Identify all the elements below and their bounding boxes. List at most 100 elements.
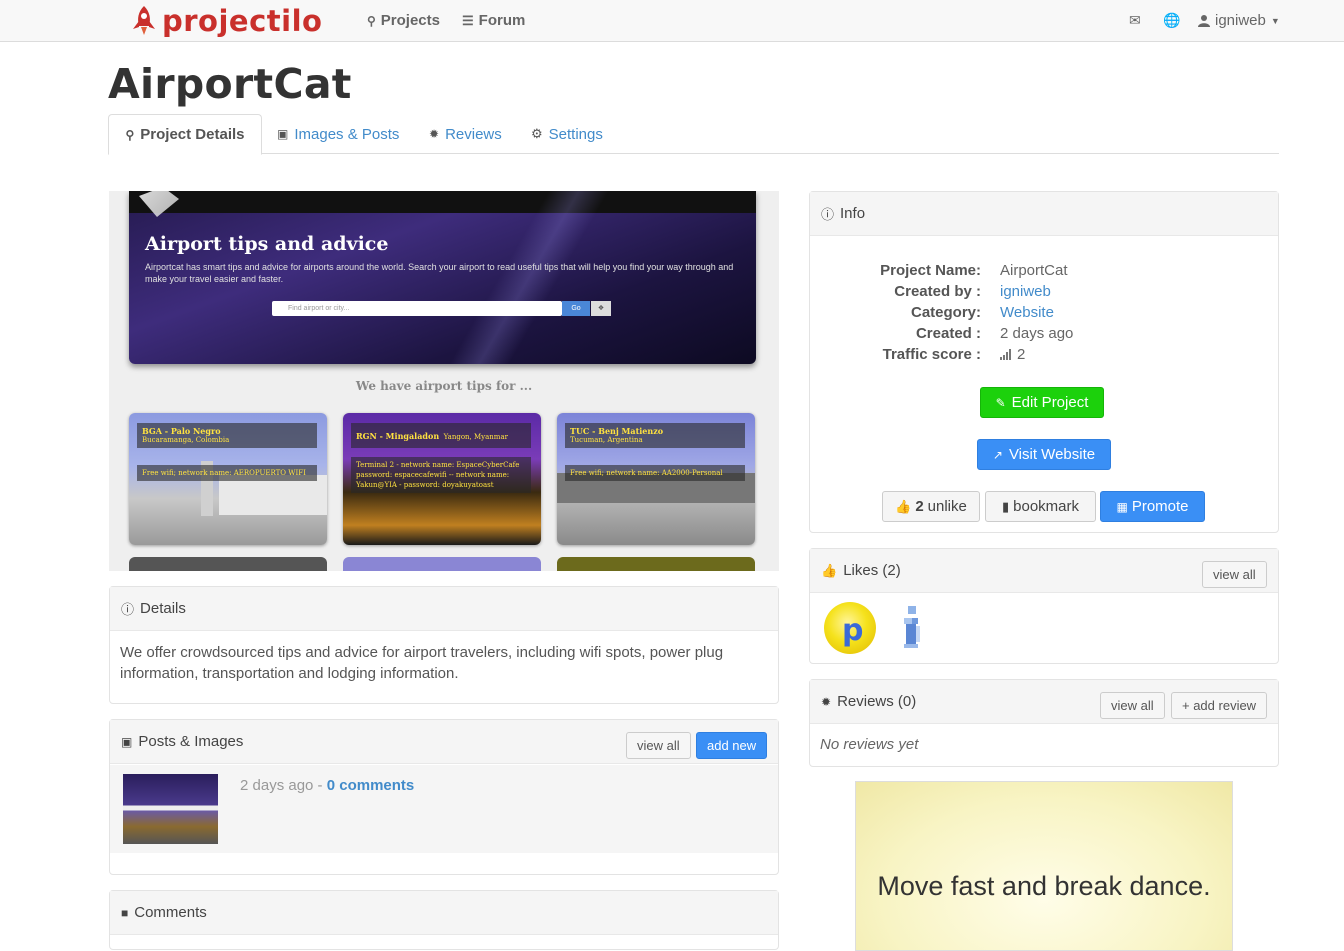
- airport-location: Tucuman, Argentina: [570, 436, 643, 444]
- tab-settings[interactable]: ⚙ Settings: [531, 114, 603, 154]
- info-panel: ⓘ Info Project Name: AirportCat Created …: [809, 191, 1279, 533]
- airport-building: [219, 475, 327, 515]
- gear-icon: ⚙: [531, 126, 543, 141]
- reviews-empty-text: No reviews yet: [820, 736, 919, 753]
- comments-panel: ■ Comments: [109, 890, 779, 950]
- tab-images-posts[interactable]: ▣ Images & Posts: [277, 114, 399, 154]
- info-label: Project Name:: [880, 262, 981, 279]
- top-navbar: projectilo ⚲ Projects ☰ Forum ✉ 🌐 igniwe…: [0, 0, 1344, 42]
- posts-add-new-button[interactable]: add new: [696, 732, 768, 759]
- brand-logo[interactable]: projectilo: [130, 4, 322, 38]
- reviews-view-all-button[interactable]: view all: [1100, 692, 1165, 719]
- details-panel: ⓘ Details We offer crowdsourced tips and…: [109, 586, 779, 704]
- tab-label: Project Details: [140, 126, 245, 143]
- airport-card-header: RGN - Mingaladon Yangon, Myanmar: [351, 423, 531, 448]
- details-heading: Details: [140, 600, 186, 617]
- nav-projects-label: Projects: [380, 12, 440, 29]
- post-comments-link[interactable]: 0 comments: [327, 777, 415, 794]
- post-item: 2 days ago - 0 comments: [110, 765, 778, 853]
- certificate-icon: ✹: [429, 127, 440, 141]
- screenshot-tips-label: We have airport tips for ...: [355, 379, 533, 393]
- unlike-button[interactable]: 👍 2 unlike: [882, 491, 980, 522]
- posts-view-all-button[interactable]: view all: [626, 732, 691, 759]
- user-menu[interactable]: igniweb ▼: [1198, 12, 1280, 29]
- user-icon: [1198, 15, 1210, 27]
- posts-panel: ▣ Posts & Images view all add new 2 days…: [109, 719, 779, 875]
- brand-name: projectilo: [162, 4, 323, 38]
- messages-link[interactable]: ✉: [1129, 12, 1141, 29]
- details-header: ⓘ Details: [110, 587, 778, 631]
- edit-project-button[interactable]: ✎ Edit Project: [980, 387, 1104, 418]
- post-separator: -: [313, 777, 327, 794]
- screenshot-hero-subtitle: Airportcat has smart tips and advice for…: [145, 262, 734, 284]
- info-header: ⓘ Info: [810, 192, 1278, 236]
- promote-button[interactable]: ▦ Promote: [1100, 491, 1205, 522]
- creator-link[interactable]: igniweb: [1000, 283, 1051, 300]
- liker-avatar[interactable]: p: [824, 602, 876, 654]
- visit-website-button[interactable]: ↗ Visit Website: [977, 439, 1111, 470]
- language-link[interactable]: 🌐: [1163, 12, 1180, 29]
- ad-text: Move fast and break dance.: [877, 871, 1211, 901]
- airport-card-partial: [343, 557, 541, 571]
- svg-text:p: p: [842, 613, 863, 648]
- info-value: AirportCat: [1000, 262, 1068, 279]
- post-meta: 2 days ago - 0 comments: [240, 777, 414, 794]
- comments-heading: Comments: [134, 904, 207, 921]
- screenshot-hero-title: Airport tips and advice: [145, 233, 389, 255]
- category-link[interactable]: Website: [1000, 304, 1054, 321]
- posts-heading: Posts & Images: [138, 733, 244, 750]
- info-label: Created by :: [894, 283, 981, 300]
- reviews-panel: ✹ Reviews (0) view all + add review No r…: [809, 679, 1279, 767]
- thumbs-up-icon: 👍: [895, 498, 912, 514]
- airport-card-rgn: RGN - Mingaladon Yangon, Myanmar Termina…: [343, 413, 541, 545]
- reviews-heading: Reviews (0): [837, 693, 917, 710]
- add-review-button[interactable]: + add review: [1171, 692, 1268, 719]
- tab-reviews[interactable]: ✹ Reviews: [429, 114, 502, 154]
- post-thumbnail[interactable]: [123, 774, 218, 844]
- likes-panel: 👍 Likes (2) view all p: [809, 548, 1279, 664]
- comments-header: ■ Comments: [110, 891, 778, 935]
- map-marker-icon: ⚲: [125, 127, 135, 142]
- airport-code: TUC - Benj Matienzo: [570, 426, 664, 436]
- project-tabs: ⚲ Project Details ▣ Images & Posts ✹ Rev…: [108, 114, 1279, 155]
- screenshot-settings-icon: ❖: [591, 301, 611, 316]
- grid-icon: ▦: [1116, 499, 1128, 514]
- info-value: 2 days ago: [1000, 325, 1074, 342]
- tab-label: Settings: [548, 125, 603, 143]
- nav-forum[interactable]: ☰ Forum: [462, 12, 525, 29]
- bookmark-button[interactable]: ▮ bookmark: [985, 491, 1096, 522]
- picture-icon: ▣: [277, 127, 289, 141]
- advertisement[interactable]: Move fast and break dance.: [855, 781, 1233, 951]
- info-label: Category:: [910, 304, 981, 321]
- airport-card-header: BGA - Palo Negro Bucaramanga, Colombia: [137, 423, 317, 448]
- tab-label: Images & Posts: [294, 125, 400, 143]
- airport-card-partial: [557, 557, 755, 571]
- p-logo-icon: p: [842, 613, 863, 648]
- nav-forum-label: Forum: [478, 12, 526, 29]
- unlike-label: unlike: [927, 498, 967, 515]
- list-icon: ☰: [462, 12, 474, 28]
- likes-header: 👍 Likes (2) view all: [810, 549, 1278, 593]
- reviews-header: ✹ Reviews (0) view all + add review: [810, 680, 1278, 724]
- signal-icon: [1000, 349, 1011, 360]
- visit-website-label: Visit Website: [1008, 446, 1096, 463]
- screenshot-search-input: Find airport or city...: [272, 301, 562, 316]
- edit-icon: ✎: [995, 395, 1006, 410]
- certificate-icon: ✹: [821, 694, 832, 709]
- posts-header: ▣ Posts & Images view all add new: [110, 720, 778, 764]
- tab-project-details[interactable]: ⚲ Project Details: [108, 114, 262, 155]
- screenshot-hero: Airport tips and advice Airportcat has s…: [129, 191, 756, 364]
- thumbs-up-icon: 👍: [821, 562, 838, 578]
- map-marker-icon: ⚲: [367, 13, 376, 28]
- like-count: 2: [915, 498, 924, 515]
- bookmark-label: bookmark: [1013, 498, 1079, 515]
- airport-wifi-note: Terminal 2 - network name: EspaceCyberCa…: [351, 457, 531, 493]
- airport-card-header: TUC - Benj Matienzo Tucuman, Argentina: [565, 423, 745, 448]
- liker-avatar[interactable]: [888, 602, 940, 654]
- details-text: We offer crowdsourced tips and advice fo…: [120, 644, 724, 682]
- caret-down-icon: ▼: [1270, 15, 1280, 26]
- likes-view-all-button[interactable]: view all: [1202, 561, 1267, 588]
- nav-projects[interactable]: ⚲ Projects: [367, 12, 440, 29]
- airport-wifi-note: Free wifi; network name: AA2000-Personal: [565, 465, 745, 481]
- project-screenshot[interactable]: Airport tips and advice Airportcat has s…: [109, 191, 779, 571]
